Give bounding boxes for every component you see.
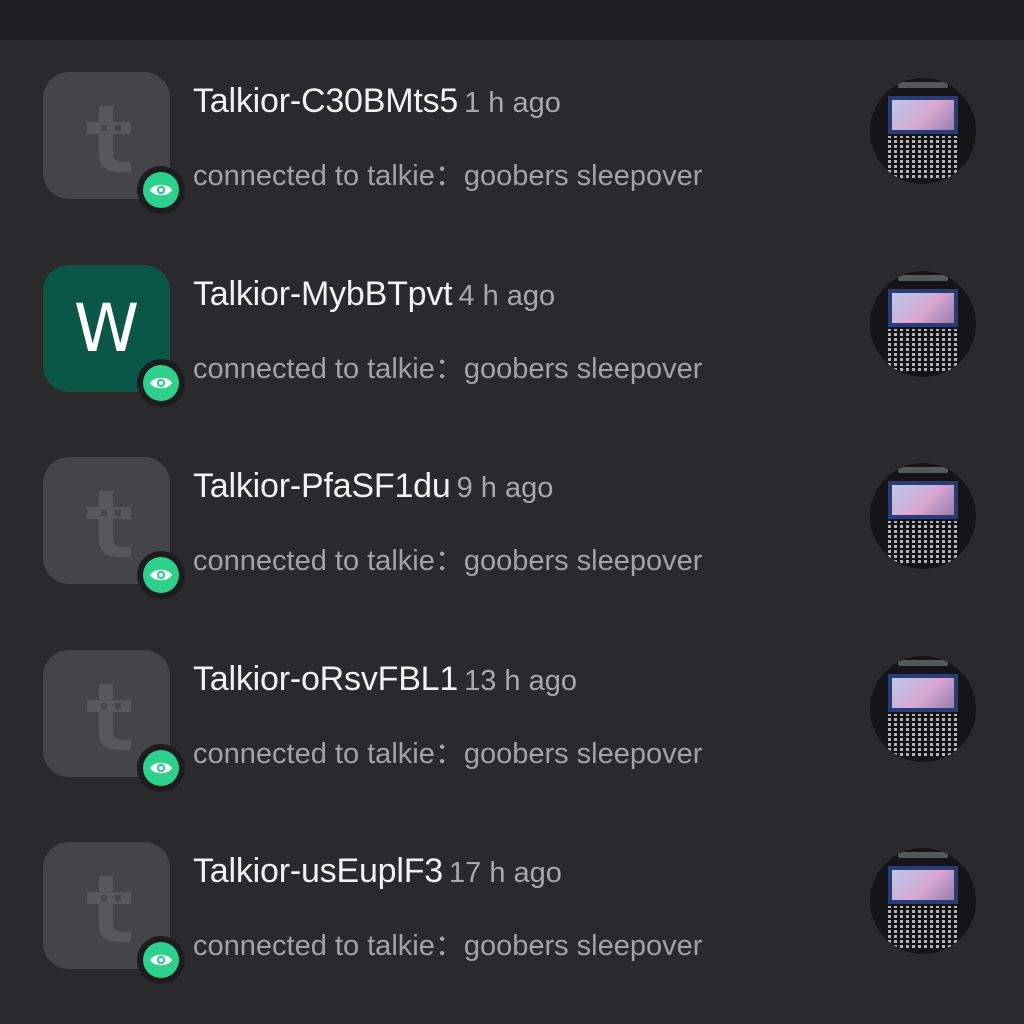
eye-badge: [137, 551, 185, 599]
list-item[interactable]: Talkior-PfaSF1du 9 h ago connected to tal…: [0, 425, 1024, 618]
list-item[interactable]: W Talkior-MybBTpvt 4 h ago connected to t…: [0, 233, 1024, 426]
talkie-t-logo-icon: [87, 491, 131, 557]
item-time: 13 h ago: [464, 664, 577, 697]
item-subtitle: connected to talkie：goobers sleepover: [193, 352, 703, 385]
item-name: Talkior-MybBTpvt: [193, 274, 453, 313]
title-line: Talkior-usEuplF3 17 h ago: [193, 852, 562, 891]
eye-badge: [137, 936, 185, 984]
notification-list: Talkior-C30BMts5 1 h ago connected to tal…: [0, 40, 1024, 1003]
avatar[interactable]: [43, 72, 185, 214]
eye-icon: [150, 569, 172, 581]
item-time: 4 h ago: [458, 279, 556, 312]
eye-badge: [137, 358, 185, 407]
item-name: Talkior-usEuplF3: [193, 852, 444, 890]
eye-badge: [137, 743, 185, 792]
item-subtitle: connected to talkie：goobers sleepover: [193, 930, 703, 962]
title-line: Talkior-MybBTpvt 4 h ago: [193, 275, 555, 314]
item-time: 17 h ago: [449, 857, 562, 889]
top-bar: [0, 0, 1024, 40]
avatar[interactable]: [43, 649, 185, 792]
item-name: Talkior-PfaSF1du: [193, 467, 451, 505]
item-subtitle: connected to talkie：goobers sleepover: [193, 737, 703, 770]
thumbnail-image[interactable]: [870, 270, 976, 377]
eye-badge: [137, 166, 185, 214]
item-name: Talkior-C30BMts5: [193, 82, 459, 120]
avatar[interactable]: [43, 457, 185, 599]
title-line: Talkior-C30BMts5 1 h ago: [193, 82, 561, 121]
item-subtitle: connected to talkie：goobers sleepover: [193, 160, 703, 192]
item-subtitle: connected to talkie：goobers sleepover: [193, 545, 703, 577]
list-item[interactable]: Talkior-usEuplF3 17 h ago connected to ta…: [0, 810, 1024, 1003]
list-item[interactable]: Talkior-C30BMts5 1 h ago connected to tal…: [0, 40, 1024, 233]
eye-icon: [150, 954, 172, 966]
item-time: 1 h ago: [464, 87, 561, 119]
talkie-t-logo-icon: [87, 876, 131, 942]
title-line: Talkior-oRsvFBL1 13 h ago: [193, 660, 577, 699]
talkie-t-logo-icon: [87, 683, 131, 750]
thumbnail-image[interactable]: [870, 463, 976, 569]
thumbnail-image[interactable]: [870, 848, 976, 954]
eye-icon: [150, 184, 172, 196]
avatar[interactable]: W: [43, 264, 185, 407]
thumbnail-image[interactable]: [870, 78, 976, 184]
eye-icon: [150, 377, 172, 388]
item-name: Talkior-oRsvFBL1: [193, 659, 459, 698]
list-item[interactable]: Talkior-oRsvFBL1 13 h ago connected to ta…: [0, 618, 1024, 811]
title-line: Talkior-PfaSF1du 9 h ago: [193, 467, 553, 506]
eye-icon: [150, 762, 172, 773]
avatar[interactable]: [43, 842, 185, 984]
item-time: 9 h ago: [456, 472, 554, 504]
thumbnail-image[interactable]: [870, 655, 976, 762]
talkie-t-logo-icon: [87, 106, 131, 172]
